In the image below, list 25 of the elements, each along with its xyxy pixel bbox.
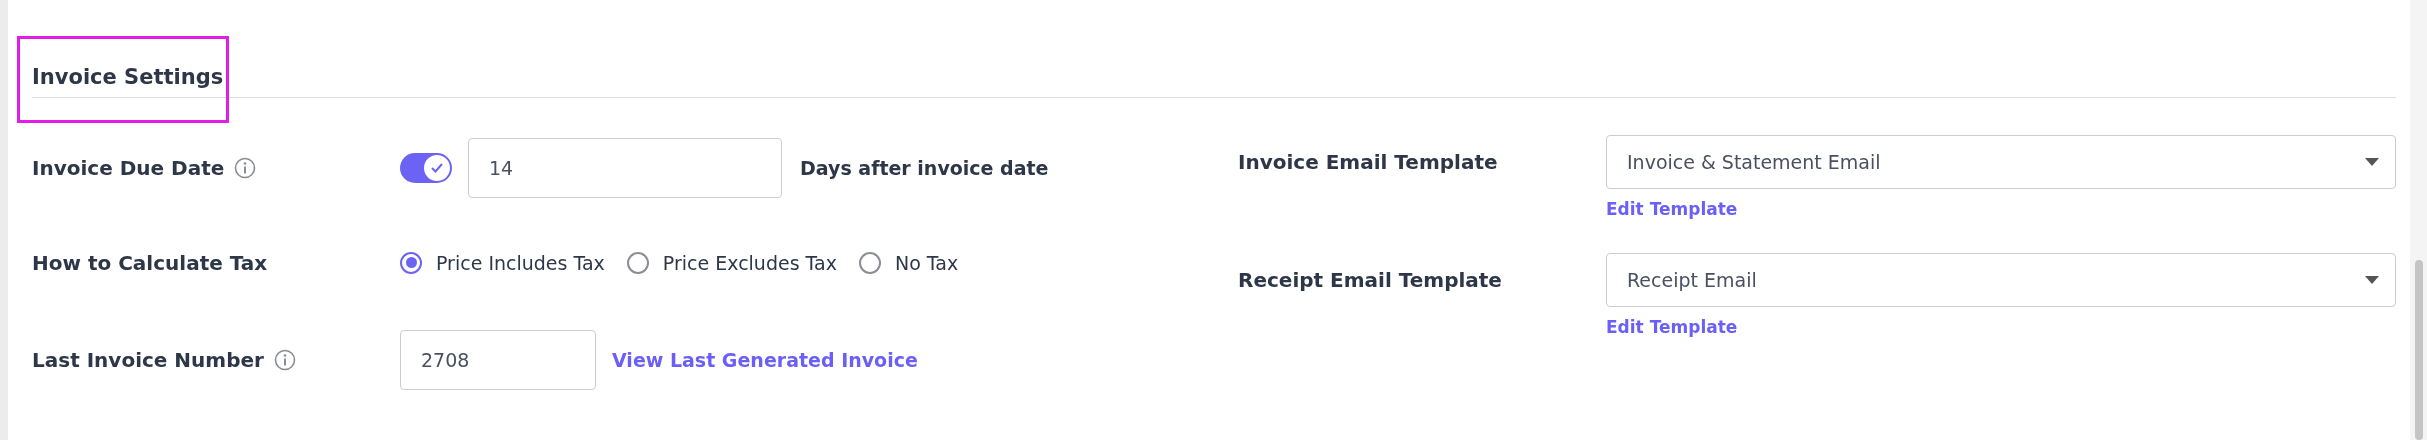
field-label: Invoice Email Template	[1238, 150, 1498, 174]
radio-option[interactable]: Price Excludes Tax	[626, 251, 837, 274]
radio-option[interactable]: Price Includes Tax	[400, 251, 605, 274]
caret-icon	[2365, 158, 2379, 166]
field-label: Receipt Email Template	[1238, 268, 1502, 292]
caret-icon	[2365, 276, 2379, 284]
toggle-switch[interactable]	[400, 152, 452, 183]
section-title: Invoice Settings	[32, 65, 224, 89]
scrollbar[interactable]	[2410, 0, 2427, 440]
radio-button[interactable]	[400, 251, 422, 274]
field-label: Invoice Due Date	[32, 155, 225, 180]
radio-button[interactable]	[626, 251, 649, 274]
view-invoice-link[interactable]: View Last Generated Invoice	[612, 349, 918, 371]
check-icon	[430, 161, 444, 174]
field-label: Last Invoice Number	[32, 348, 264, 372]
template-select[interactable]: Receipt Email	[1606, 253, 2396, 307]
suffix-label: Days after invoice date	[800, 156, 1049, 179]
number-input[interactable]: 2708	[400, 330, 596, 390]
template-select[interactable]: Invoice & Statement Email	[1606, 135, 2396, 189]
number-input[interactable]: 14	[468, 137, 782, 198]
radio-button[interactable]	[858, 251, 881, 274]
edit-template-link[interactable]: Edit Template	[1606, 317, 2396, 337]
edit-template-link[interactable]: Edit Template	[1606, 199, 2396, 219]
radio-option[interactable]: No Tax	[858, 251, 959, 274]
field-label: How to Calculate Tax	[32, 250, 268, 275]
